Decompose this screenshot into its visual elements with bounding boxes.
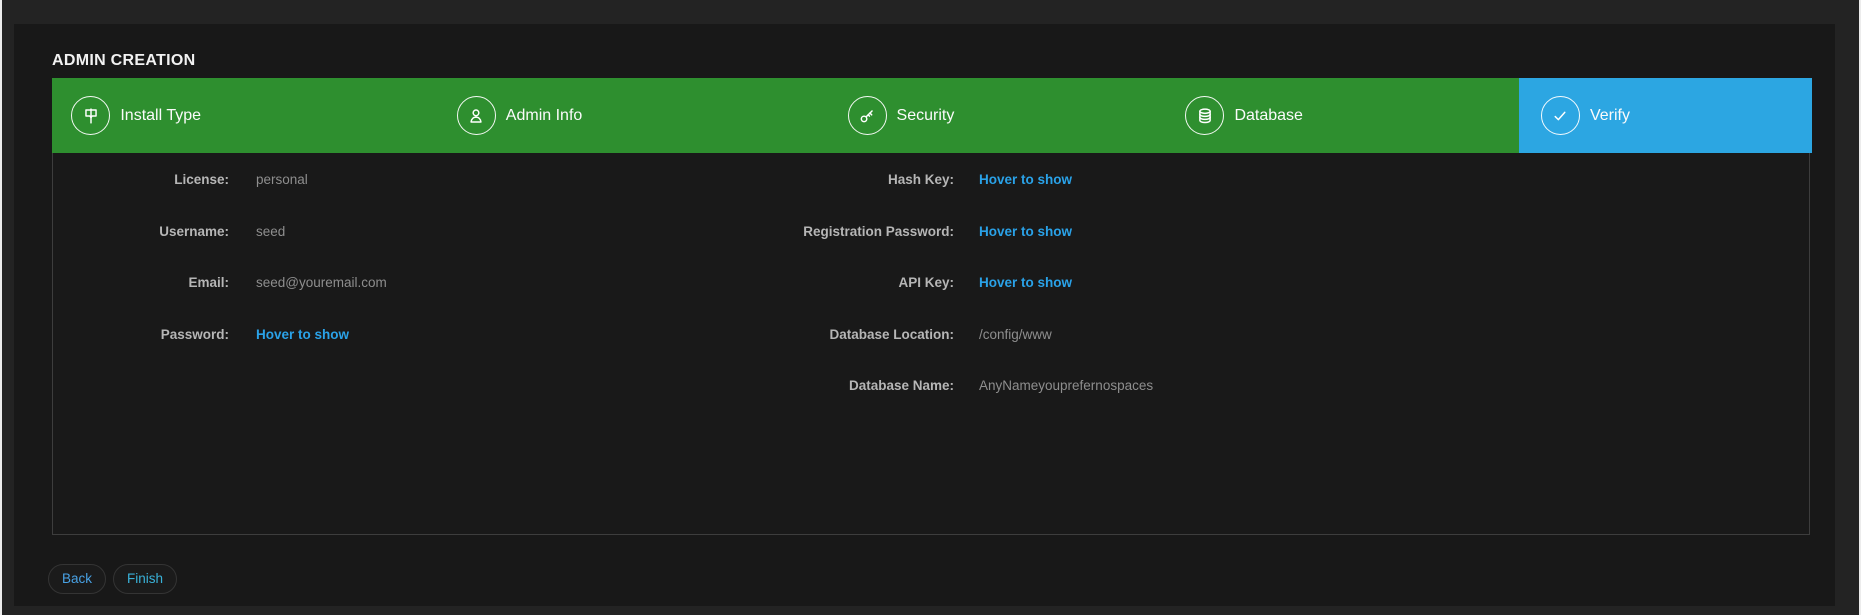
field-label: Username: [53,224,229,239]
summary-row: License: personal [53,154,593,206]
field-label: Hash Key: [613,172,954,187]
field-value: AnyNameyouprefernospaces [979,378,1153,393]
field-label: Email: [53,275,229,290]
summary-column-right: Hash Key: Hover to show Registration Pas… [613,154,1513,412]
person-icon [457,96,496,135]
hover-to-show-link[interactable]: Hover to show [256,327,349,342]
summary-row: Email: seed@youremail.com [53,257,593,309]
wizard-step-database[interactable]: Database [1185,78,1303,153]
field-label: Database Location: [613,327,954,342]
field-value: seed@youremail.com [256,275,387,290]
verify-summary: License: personal Username: seed Email: … [53,154,1809,534]
wizard-step-bar: Install Type Admin Info Security Databas… [52,78,1812,153]
summary-row: Password: Hover to show [53,309,593,361]
hover-to-show-link[interactable]: Hover to show [979,275,1072,290]
summary-row: Database Name: AnyNameyouprefernospaces [613,360,1513,412]
field-label: Database Name: [613,378,954,393]
database-icon [1185,96,1224,135]
page-title: ADMIN CREATION [52,52,195,70]
key-icon [848,96,887,135]
signpost-icon [71,96,110,135]
summary-row: Registration Password: Hover to show [613,206,1513,258]
field-value: seed [256,224,285,239]
hover-to-show-link[interactable]: Hover to show [979,172,1072,187]
summary-row: Hash Key: Hover to show [613,154,1513,206]
summary-row: API Key: Hover to show [613,257,1513,309]
wizard-step-security[interactable]: Security [848,78,955,153]
wizard-actions: Back Finish [48,564,177,594]
field-label: Registration Password: [613,224,954,239]
field-value: /config/www [979,327,1052,342]
summary-row: Database Location: /config/www [613,309,1513,361]
field-label: Password: [53,327,229,342]
field-value: personal [256,172,308,187]
summary-row: Username: seed [53,206,593,258]
wizard-step-admin-info[interactable]: Admin Info [457,78,582,153]
wizard-step-verify[interactable]: Verify [1541,78,1630,153]
wizard-panel: Install Type Admin Info Security Databas… [52,78,1810,535]
back-button[interactable]: Back [48,564,106,594]
main-window: ADMIN CREATION Install Type Admin Info S… [14,24,1835,606]
hover-to-show-link[interactable]: Hover to show [979,224,1072,239]
check-icon [1541,96,1580,135]
field-label: API Key: [613,275,954,290]
wizard-step-install-type[interactable]: Install Type [71,78,201,153]
summary-column-left: License: personal Username: seed Email: … [53,154,593,360]
finish-button[interactable]: Finish [113,564,177,594]
field-label: License: [53,172,229,187]
